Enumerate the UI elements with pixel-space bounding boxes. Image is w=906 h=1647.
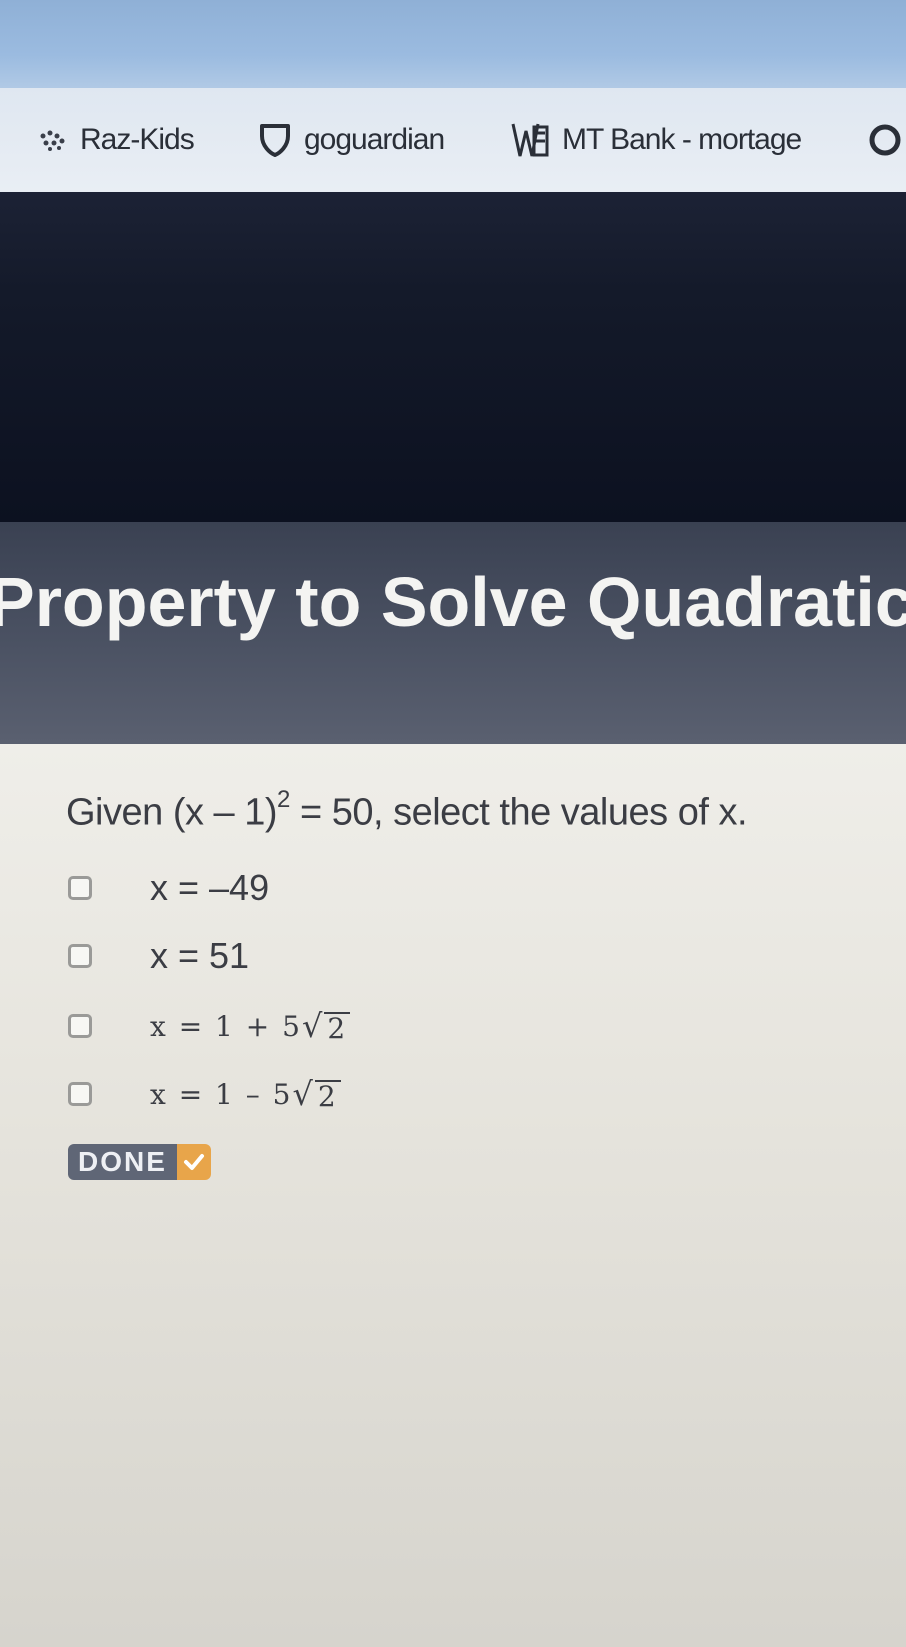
bookmark-goguardian[interactable]: goguardian: [258, 116, 445, 164]
answer-option-1[interactable]: x = –49: [68, 866, 269, 910]
question-suffix: = 50, select the values of x.: [289, 791, 748, 834]
bookmark-label: Raz-Kids: [80, 123, 195, 156]
answer-option-3[interactable]: x = 1 + 5 √ 2: [68, 1004, 351, 1048]
option-expression: x = 1 – 5: [150, 1077, 293, 1111]
done-button[interactable]: DONE: [68, 1144, 211, 1180]
bookmark-raz-kids[interactable]: Raz-Kids: [38, 116, 195, 164]
answer-option-4[interactable]: x = 1 – 5 √ 2: [68, 1072, 341, 1116]
question-panel: Given (x – 1)2 = 50, select the values o…: [0, 744, 906, 1647]
radicand: 2: [324, 1012, 351, 1045]
answer-option-2[interactable]: x = 51: [68, 934, 249, 978]
option-label: x = 1 + 5 √ 2: [150, 1007, 351, 1045]
checkmark-icon: [176, 1144, 211, 1180]
square-root: √ 2: [292, 1075, 341, 1113]
radical-sign-icon: √: [301, 1007, 325, 1045]
bookmark-mt-bank[interactable]: MT Bank - mortage: [510, 116, 802, 164]
bookmark-label: MT Bank - mortage: [562, 123, 802, 156]
raz-kids-icon: [38, 128, 68, 152]
bookmark-label: goguardian: [304, 123, 445, 156]
radicand: 2: [314, 1080, 341, 1113]
checkbox[interactable]: [68, 876, 92, 900]
mt-bank-icon: [510, 121, 550, 159]
option-label: x = 51: [150, 935, 250, 976]
radical-sign-icon: √: [292, 1075, 315, 1113]
circle-icon: [868, 123, 902, 157]
checkbox[interactable]: [68, 1082, 92, 1106]
bookmark-overflow[interactable]: [868, 116, 906, 164]
option-label: x = 1 – 5 √ 2: [150, 1075, 341, 1113]
done-label: DONE: [68, 1144, 177, 1180]
bookmarks-bar: Raz-Kids goguardian MT Bank - mortage: [0, 88, 906, 194]
site-header: [0, 192, 906, 522]
page-title: Property to Solve Quadratic: [0, 563, 906, 641]
title-band: Property to Solve Quadratic: [0, 522, 906, 744]
option-label: x = –49: [150, 867, 270, 908]
question-prefix: Given (x – 1): [66, 791, 278, 834]
browser-tab-strip: [0, 0, 906, 92]
square-root: √ 2: [301, 1007, 351, 1045]
checkbox[interactable]: [68, 1014, 92, 1038]
checkbox[interactable]: [68, 944, 92, 968]
question-exponent: 2: [277, 786, 290, 813]
option-expression: x = 1 + 5: [150, 1009, 302, 1043]
question-prompt: Given (x – 1)2 = 50, select the values o…: [66, 786, 748, 835]
goguardian-shield-icon: [258, 122, 292, 158]
